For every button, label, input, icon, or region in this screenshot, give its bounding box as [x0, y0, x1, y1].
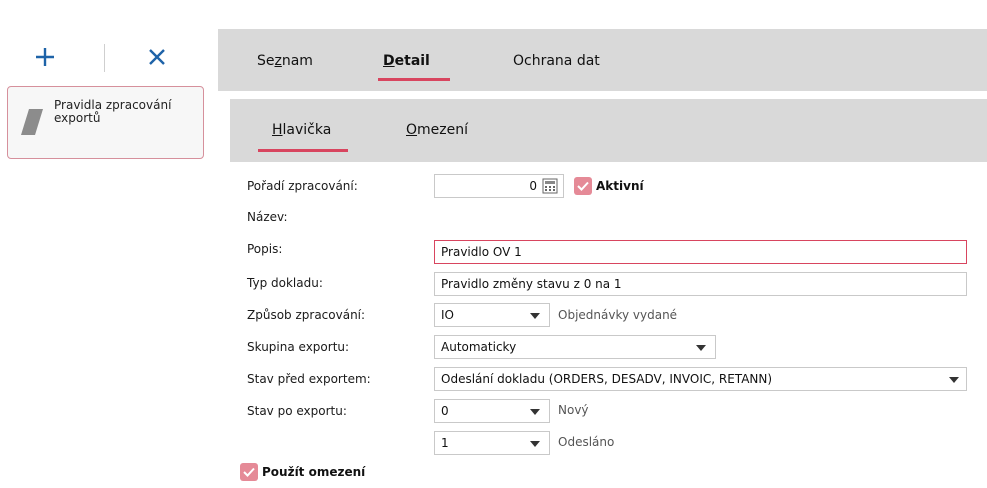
toolbar-separator	[104, 44, 105, 72]
add-icon[interactable]	[30, 42, 60, 72]
checkmark-icon	[243, 467, 255, 477]
list-item-pravidla-zpracovani-exportu[interactable]: Pravidla zpracování exportů	[7, 86, 204, 159]
tab-ochrana-label: Ochrana dat	[513, 53, 600, 69]
popis-input[interactable]: Pravidlo změny stavu z 0 na 1	[434, 272, 967, 296]
subtab-hlavicka-mnemonic: H	[272, 122, 283, 138]
detail-panel: Seznam Detail Ochrana dat Hlavička Omeze…	[218, 29, 987, 488]
tab-seznam-mnemonic: z	[274, 53, 282, 69]
tab-detail[interactable]: Detail	[383, 53, 430, 69]
tab-detail-label-rest: etail	[394, 53, 430, 69]
aktivni-checkbox[interactable]	[574, 177, 592, 195]
chevron-down-icon[interactable]	[530, 441, 540, 447]
checkmark-icon	[577, 181, 589, 191]
zpusob-label: Způsob zpracování:	[247, 308, 366, 322]
nazev-label: Název:	[247, 210, 288, 224]
list-item-label: Pravidla zpracování exportů	[54, 98, 172, 125]
chevron-down-icon[interactable]	[949, 377, 959, 383]
tab-seznam-label-part: Se	[257, 53, 275, 69]
divider	[230, 91, 987, 99]
nazev-input[interactable]: Pravidlo OV 1	[434, 240, 967, 264]
tab-detail-mnemonic: D	[383, 53, 395, 69]
zpusob-select[interactable]: Automaticky	[434, 335, 716, 359]
header-form: Pořadí zpracování: 0 Aktivní Název: Prav…	[218, 162, 987, 488]
subtab-omezeni[interactable]: Omezení	[406, 122, 468, 138]
chevron-down-icon[interactable]	[530, 409, 540, 415]
tab-seznam-label-rest: nam	[281, 53, 313, 69]
typ-dokladu-hint: Objednávky vydané	[558, 308, 678, 322]
subtab-omezeni-label: mezení	[417, 122, 469, 138]
tab-ochrana-dat[interactable]: Ochrana dat	[513, 53, 600, 69]
close-icon[interactable]	[142, 42, 172, 72]
stav-po-label: Stav po exportu:	[247, 404, 347, 418]
left-toolbar	[0, 36, 210, 80]
active-tab-indicator	[378, 78, 450, 81]
poradi-label: Pořadí zpracování:	[247, 179, 358, 193]
tab-seznam[interactable]: Seznam	[257, 53, 313, 69]
stav-pred-label: Stav před exportem:	[247, 372, 371, 386]
popis-label: Popis:	[247, 242, 283, 256]
main-tabs: Seznam Detail Ochrana dat	[218, 29, 987, 91]
aktivni-label: Aktivní	[596, 179, 644, 193]
skupina-label: Skupina exportu:	[247, 340, 350, 354]
stav-po-hint: Odesláno	[558, 435, 615, 449]
subtab-hlavicka[interactable]: Hlavička	[272, 122, 331, 138]
pouzit-omezeni-label: Použít omezení	[262, 465, 366, 479]
active-subtab-indicator	[258, 149, 348, 152]
chevron-down-icon[interactable]	[696, 345, 706, 351]
rule-icon	[21, 109, 43, 135]
skupina-select[interactable]: Odeslání dokladu (ORDERS, DESADV, INVOIC…	[434, 367, 967, 391]
subtab-omezeni-mnemonic: O	[406, 122, 418, 138]
chevron-down-icon[interactable]	[530, 313, 540, 319]
stav-pred-hint: Nový	[558, 403, 589, 417]
pouzit-omezeni-checkbox[interactable]	[240, 463, 258, 481]
calculator-icon[interactable]	[542, 178, 558, 194]
sub-tabs: Hlavička Omezení	[230, 99, 987, 162]
subtab-hlavicka-label: lavička	[282, 122, 332, 138]
typ-dokladu-label: Typ dokladu:	[247, 276, 323, 290]
